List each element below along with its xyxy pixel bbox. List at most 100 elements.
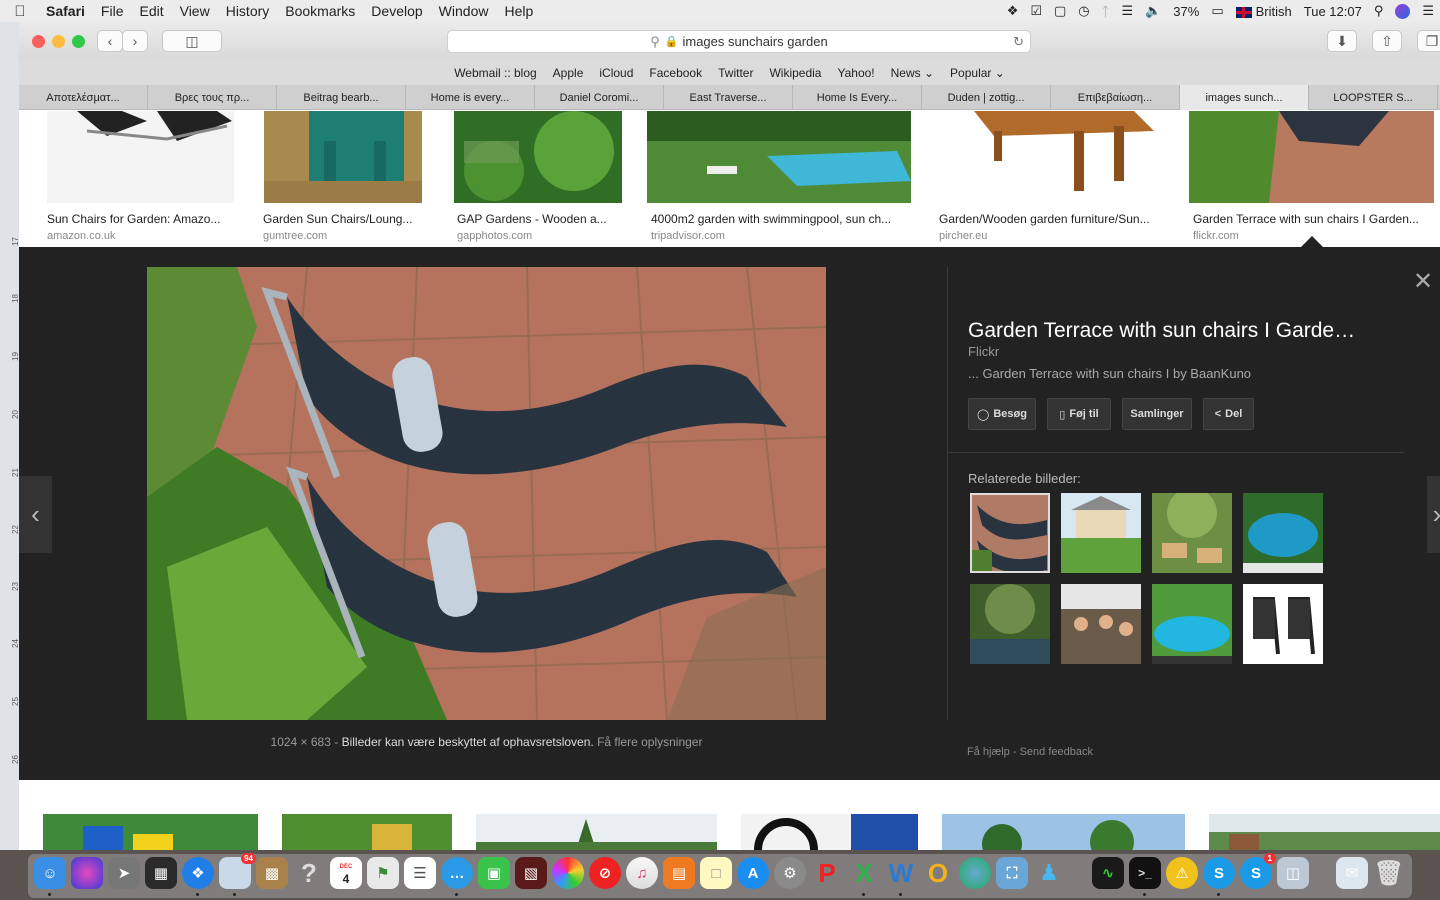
image-capture-icon[interactable]: ⛶: [996, 857, 1028, 889]
forward-button[interactable]: ›: [122, 30, 148, 52]
disk-utility-icon[interactable]: ◫: [1277, 857, 1309, 889]
menu-history[interactable]: History: [218, 3, 278, 19]
tab-8[interactable]: Επιβεβαίωση...: [1051, 85, 1180, 110]
menu-bookmarks[interactable]: Bookmarks: [277, 3, 363, 19]
result-thumbnail[interactable]: [741, 814, 918, 850]
volume-icon[interactable]: 🔈: [1145, 3, 1161, 19]
result-thumbnail[interactable]: [43, 814, 258, 850]
tab-5[interactable]: East Traverse...: [664, 85, 793, 110]
minimize-window-button[interactable]: [52, 35, 65, 48]
launchpad-icon[interactable]: ➤: [108, 857, 140, 889]
skype-business-icon[interactable]: S1: [1240, 853, 1276, 889]
result-caption[interactable]: GAP Gardens - Wooden a...: [457, 212, 627, 226]
collections-button[interactable]: Samlinger: [1122, 398, 1192, 430]
result-thumbnail[interactable]: [1189, 111, 1434, 203]
result-thumbnail[interactable]: [647, 111, 911, 203]
save-to-button[interactable]: ▯ Føj til: [1047, 398, 1111, 430]
result-caption[interactable]: Garden Terrace with sun chairs I Garden.…: [1193, 212, 1433, 226]
word-icon[interactable]: W: [885, 857, 917, 889]
window-icon[interactable]: ▢: [1054, 3, 1066, 19]
result-thumbnail[interactable]: [934, 111, 1165, 203]
tab-7[interactable]: Duden | zottig...: [922, 85, 1051, 110]
address-bar[interactable]: ⚲ 🔒 images sunchairs garden ↻: [447, 30, 1031, 53]
tab-9[interactable]: images sunch...: [1180, 85, 1309, 110]
menu-view[interactable]: View: [172, 3, 218, 19]
maps-icon[interactable]: ⚑: [367, 857, 399, 889]
apple-icon[interactable]: : [0, 3, 40, 20]
more-info-link[interactable]: Få flere oplysninger: [597, 735, 702, 749]
system-preferences-icon[interactable]: ⚙: [774, 857, 806, 889]
excel-icon[interactable]: X: [848, 857, 880, 889]
related-image[interactable]: [1152, 493, 1232, 573]
favorite-apple[interactable]: Apple: [553, 66, 584, 80]
visit-button[interactable]: ◯ Besøg: [968, 398, 1036, 430]
time-machine-icon[interactable]: ◷: [1078, 3, 1089, 19]
itunes-icon[interactable]: ♫: [626, 857, 658, 889]
messages-icon[interactable]: …: [441, 857, 473, 889]
notification-center-icon[interactable]: ☰: [1422, 3, 1434, 19]
reminders-icon[interactable]: ☰: [404, 857, 436, 889]
safari-icon[interactable]: ❖: [182, 857, 214, 889]
close-preview-button[interactable]: ✕: [1413, 267, 1433, 296]
share-button[interactable]: < Del: [1203, 398, 1254, 430]
spotlight-icon[interactable]: ⚲: [1374, 3, 1384, 19]
alert-app-icon[interactable]: ⚠: [1166, 857, 1198, 889]
powerpoint-icon[interactable]: P: [811, 857, 843, 889]
close-window-button[interactable]: [32, 35, 45, 48]
trash-icon[interactable]: 🗑: [1373, 857, 1405, 889]
menu-app[interactable]: Safari: [40, 3, 93, 19]
tabs-overview-button[interactable]: ❐: [1417, 30, 1440, 52]
result-caption[interactable]: Sun Chairs for Garden: Amazo...: [47, 212, 234, 226]
reload-icon[interactable]: ↻: [1013, 34, 1024, 50]
result-caption[interactable]: Garden Sun Chairs/Loung...: [263, 212, 433, 226]
dropbox-icon[interactable]: ❖: [1007, 3, 1019, 19]
notes-folder-icon[interactable]: ▩: [256, 857, 288, 889]
result-thumbnail[interactable]: [282, 814, 452, 850]
input-source[interactable]: British: [1235, 4, 1292, 19]
result-thumbnail[interactable]: [942, 814, 1185, 850]
menu-edit[interactable]: Edit: [131, 3, 171, 19]
sidebar-button[interactable]: ◫: [162, 30, 222, 52]
next-image-button[interactable]: ›: [1427, 476, 1440, 553]
photo-booth-icon[interactable]: ▦: [145, 857, 177, 889]
facetime-icon[interactable]: ▣: [478, 857, 510, 889]
result-thumbnail[interactable]: [476, 814, 717, 850]
photo-app-icon[interactable]: ▧: [515, 857, 547, 889]
bluetooth-icon[interactable]: ᛏ: [1102, 4, 1110, 19]
siri-icon[interactable]: [71, 857, 103, 889]
calendar-icon[interactable]: DEC 4: [330, 857, 362, 889]
related-image[interactable]: [1061, 493, 1141, 573]
help-link[interactable]: Få hjælp: [967, 746, 1010, 758]
result-caption[interactable]: Garden/Wooden garden furniture/Sun...: [939, 212, 1169, 226]
favorite-facebook[interactable]: Facebook: [649, 66, 702, 80]
tab-4[interactable]: Daniel Coromi...: [535, 85, 664, 110]
share-button[interactable]: ⇧: [1372, 30, 1402, 52]
battery-icon[interactable]: ▭: [1211, 3, 1223, 19]
related-image[interactable]: [970, 584, 1050, 664]
favorite-webmail[interactable]: Webmail :: blog: [454, 66, 536, 80]
related-image[interactable]: [970, 493, 1050, 573]
favorite-icloud[interactable]: iCloud: [599, 66, 633, 80]
result-caption[interactable]: 4000m2 garden with swimmingpool, sun ch.…: [651, 212, 915, 226]
favorite-wikipedia[interactable]: Wikipedia: [769, 66, 821, 80]
zoom-window-button[interactable]: [72, 35, 85, 48]
stickies-icon[interactable]: □: [700, 857, 732, 889]
favorite-popular-folder[interactable]: Popular ⌄: [950, 66, 1005, 80]
battery-percent[interactable]: 37%: [1173, 4, 1199, 19]
favorite-news-folder[interactable]: News ⌄: [891, 66, 934, 80]
preview-title[interactable]: Garden Terrace with sun chairs I Garde…: [968, 319, 1388, 343]
result-thumbnail[interactable]: [47, 111, 234, 203]
downloads-button[interactable]: ⬇: [1327, 30, 1357, 52]
tab-6[interactable]: Home Is Every...: [793, 85, 922, 110]
tab-1[interactable]: Βρες τους πρ...: [148, 85, 277, 110]
outlook-icon[interactable]: O: [922, 857, 954, 889]
app-store-icon[interactable]: A: [737, 857, 769, 889]
siri-icon[interactable]: [1395, 3, 1411, 19]
finder-icon[interactable]: ☺: [34, 857, 66, 889]
tab-2[interactable]: Beitrag bearb...: [277, 85, 406, 110]
result-thumbnail[interactable]: [1209, 814, 1440, 850]
previous-image-button[interactable]: ‹: [19, 476, 52, 553]
wifi-icon[interactable]: ☰: [1121, 3, 1133, 19]
terminal-icon[interactable]: >_: [1129, 857, 1161, 889]
result-thumbnail[interactable]: [454, 111, 622, 203]
